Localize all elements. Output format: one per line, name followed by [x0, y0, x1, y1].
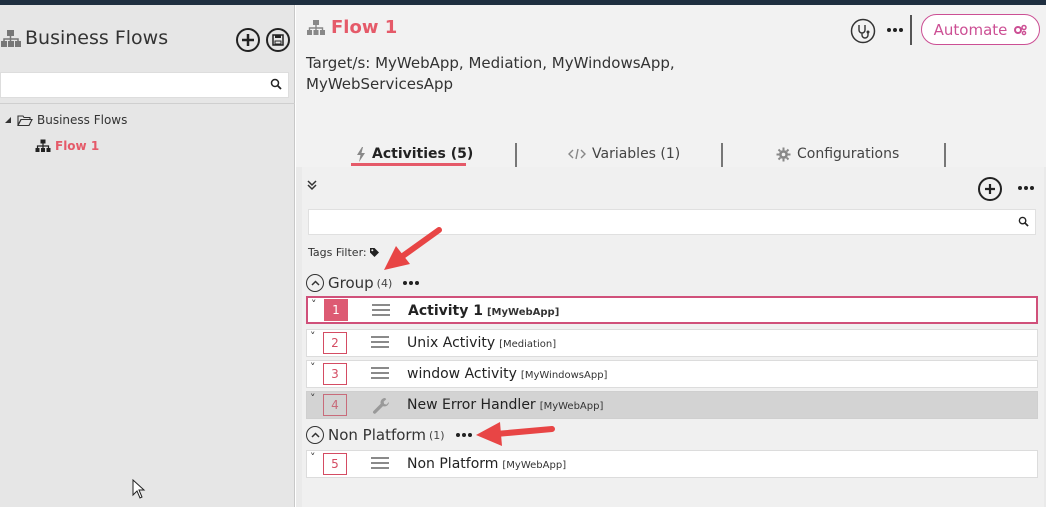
activity-row[interactable]: ˅ 1 Activity 1 [MyWebApp]	[306, 296, 1038, 324]
drag-handle-icon[interactable]	[371, 336, 389, 351]
activity-name: window Activity [MyWindowsApp]	[407, 366, 608, 382]
double-chevron-down-icon[interactable]	[306, 179, 318, 191]
activity-target: [MyWebApp]	[539, 401, 604, 412]
tab-label: Configurations	[797, 146, 900, 162]
tab-separator	[515, 143, 517, 169]
activity-number: 5	[323, 453, 347, 475]
flow-title: Flow 1	[331, 17, 398, 38]
group-name: Group	[328, 274, 374, 292]
tree-root-label: Business Flows	[37, 113, 128, 127]
sitemap-icon	[35, 139, 51, 152]
group-name: Non Platform	[328, 426, 426, 444]
more-options-icon[interactable]	[403, 281, 420, 285]
tree-child-label: Flow 1	[55, 139, 100, 153]
activity-target: [MyWebApp]	[486, 307, 560, 318]
tab-configurations[interactable]: Configurations	[776, 144, 899, 164]
annotation-arrow-icon	[476, 422, 555, 446]
automate-label: Automate	[933, 20, 1008, 39]
sitemap-icon	[0, 29, 22, 49]
group-count: (1)	[428, 428, 445, 442]
plus-circle-icon	[242, 34, 254, 46]
tab-variables[interactable]: Variables (1)	[568, 144, 680, 164]
chevron-down-icon[interactable]: ˅	[311, 298, 317, 311]
drag-handle-icon[interactable]	[372, 304, 390, 319]
tab-separator	[721, 143, 723, 169]
flow-tabs: Activities (5) Variables (1) Configurati…	[296, 110, 1046, 167]
plus-circle-icon	[985, 184, 995, 194]
activity-number: 3	[323, 363, 347, 385]
chevron-down-icon[interactable]: ˅	[310, 451, 316, 464]
header-separator	[910, 15, 912, 45]
tab-label: Activities (5)	[372, 146, 474, 162]
activity-number: 4	[323, 394, 347, 416]
automate-button[interactable]: Automate	[921, 14, 1040, 45]
activity-row[interactable]: ˅ 5 Non Platform [MyWebApp]	[306, 450, 1038, 478]
activity-row[interactable]: ˅ 2 Unix Activity [Mediation]	[306, 329, 1038, 357]
stethoscope-icon[interactable]	[850, 18, 876, 44]
tags-filter[interactable]: Tags Filter:	[308, 246, 380, 259]
chevron-up-icon	[310, 432, 320, 438]
panel-title: Business Flows	[25, 27, 169, 49]
tree-item-business-flows[interactable]: Business Flows	[3, 111, 127, 129]
mouse-cursor-icon	[132, 479, 146, 499]
sitemap-icon	[307, 20, 325, 35]
gears-icon	[1014, 24, 1028, 35]
active-tab-indicator	[351, 163, 466, 166]
group-header-group[interactable]: Group (4)	[306, 273, 420, 293]
activity-target: [MyWebApp]	[502, 460, 567, 471]
tags-filter-label: Tags Filter:	[308, 246, 367, 259]
more-options-icon[interactable]	[887, 28, 903, 32]
more-options-icon[interactable]	[1018, 186, 1034, 190]
chevron-down-icon[interactable]: ˅	[310, 392, 316, 405]
business-flows-panel: Business Flows Business Flows Flow 1	[0, 5, 295, 507]
group-header-non-platform[interactable]: Non Platform (1)	[306, 425, 472, 445]
search-icon[interactable]	[1018, 216, 1029, 227]
collapse-group-button[interactable]	[306, 426, 324, 444]
more-options-icon[interactable]	[455, 433, 472, 437]
activity-target: [Mediation]	[499, 339, 557, 350]
bolt-icon	[357, 146, 365, 162]
add-activity-button[interactable]	[978, 177, 1002, 201]
caret-down-icon[interactable]	[3, 115, 13, 125]
code-icon	[568, 148, 586, 160]
wrench-icon	[373, 398, 389, 414]
activity-target: [MyWindowsApp]	[520, 370, 608, 381]
activity-name: Activity 1 [MyWebApp]	[408, 303, 560, 319]
save-button[interactable]	[266, 28, 290, 52]
flow-search-input[interactable]	[0, 72, 289, 98]
tab-label: Variables (1)	[592, 146, 681, 162]
panel-divider	[0, 103, 295, 104]
activity-number: 1	[324, 299, 348, 321]
drag-handle-icon[interactable]	[371, 367, 389, 382]
activity-row[interactable]: ˅ 3 window Activity [MyWindowsApp]	[306, 360, 1038, 388]
save-icon	[272, 34, 284, 46]
chevron-down-icon[interactable]: ˅	[310, 330, 316, 343]
activity-name: Non Platform [MyWebApp]	[407, 456, 567, 472]
chevron-up-icon	[310, 280, 320, 286]
search-icon[interactable]	[270, 78, 282, 90]
annotation-arrow-icon	[384, 227, 442, 270]
group-count: (4)	[376, 276, 393, 290]
tree-item-flow-1[interactable]: Flow 1	[35, 137, 99, 155]
tab-activities[interactable]: Activities (5)	[356, 144, 473, 164]
activity-name: New Error Handler [MyWebApp]	[407, 397, 604, 413]
gear-icon	[776, 147, 791, 161]
activities-panel: Tags Filter: Group (4) ˅ 1 Activity 1 [My…	[302, 167, 1044, 507]
flow-header: Flow 1 Target/s: MyWebApp, Mediation, My…	[296, 5, 1046, 110]
chevron-down-icon[interactable]: ˅	[310, 361, 316, 374]
tab-separator	[944, 143, 946, 169]
collapse-group-button[interactable]	[306, 274, 324, 292]
folder-open-icon	[17, 114, 33, 126]
drag-handle-icon[interactable]	[371, 457, 389, 472]
flow-targets: Target/s: MyWebApp, Mediation, MyWindows…	[306, 54, 675, 93]
error-handler-row[interactable]: ˅ 4 New Error Handler [MyWebApp]	[306, 391, 1038, 419]
add-flow-button[interactable]	[236, 28, 260, 52]
activity-number: 2	[323, 332, 347, 354]
activity-name: Unix Activity [Mediation]	[407, 335, 557, 351]
